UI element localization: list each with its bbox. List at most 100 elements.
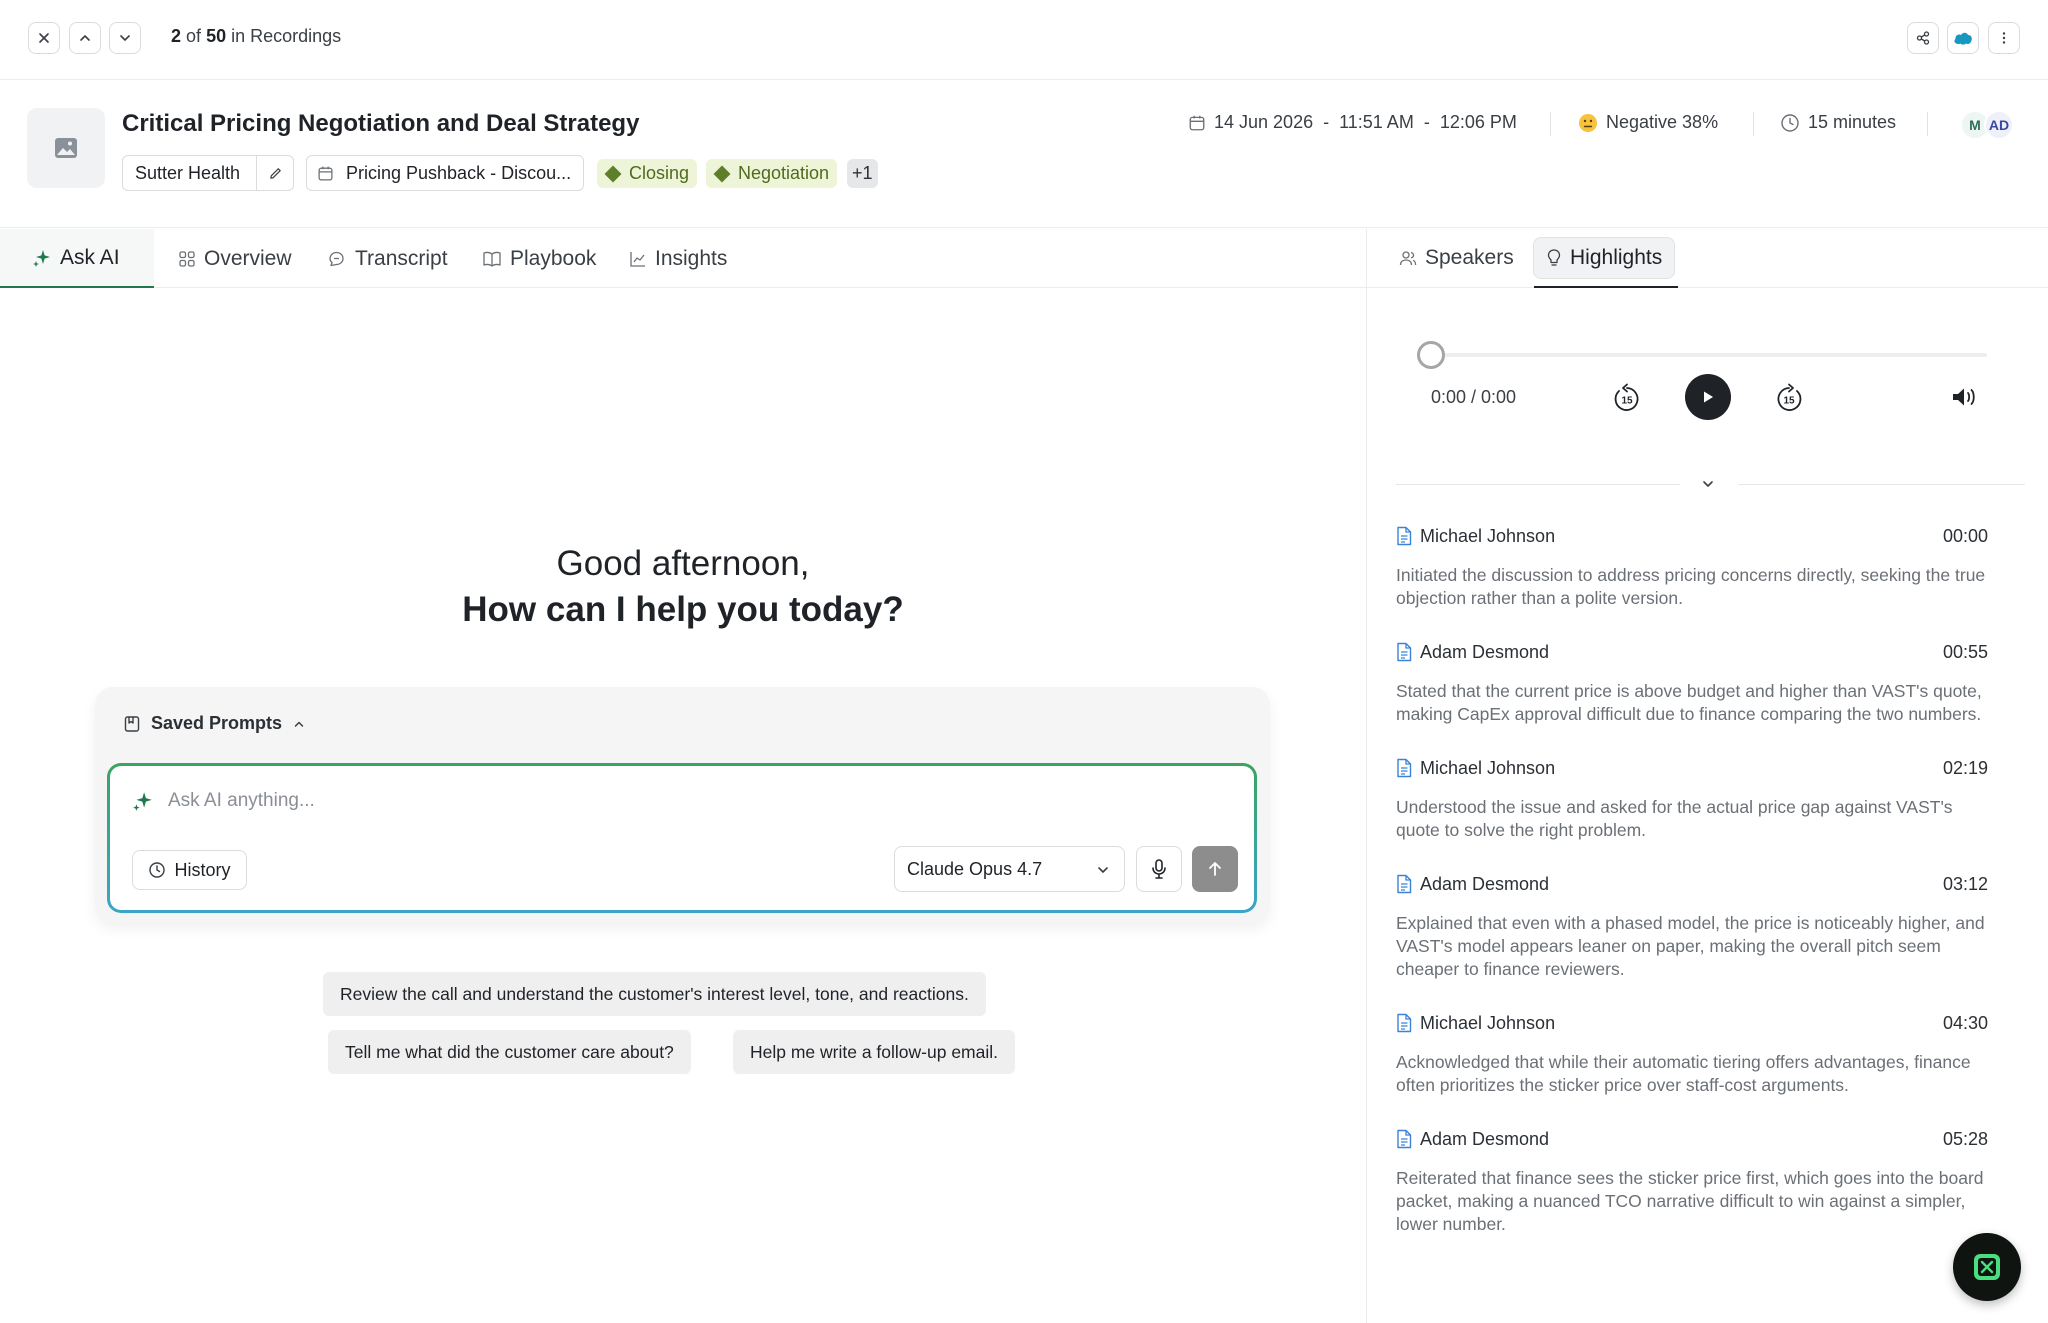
- tab-highlights[interactable]: Highlights: [1533, 237, 1676, 279]
- recording-start-time: 11:51 AM: [1339, 112, 1414, 132]
- skip-forward-label: 15: [1783, 396, 1795, 407]
- speaker-name: Adam Desmond: [1420, 1128, 1550, 1149]
- play-button[interactable]: [1685, 374, 1731, 420]
- salesforce-button[interactable]: [1947, 22, 1979, 54]
- of-label: of: [186, 26, 202, 46]
- greeting-text: Good afternoon,: [556, 544, 810, 583]
- chat-bubbles-icon: [329, 251, 344, 266]
- tab-insights[interactable]: Insights: [629, 229, 727, 288]
- suggestion-chip[interactable]: Tell me what did the customer care about…: [328, 1030, 691, 1074]
- users-icon: [1399, 251, 1417, 266]
- highlight-item[interactable]: Adam Desmond 00:55 Stated that the curre…: [1396, 636, 1988, 726]
- suggestion-chip[interactable]: Help me write a follow-up email.: [733, 1030, 1016, 1074]
- highlight-timestamp[interactable]: 05:28: [1943, 1129, 1988, 1150]
- tab-speakers[interactable]: Speakers: [1387, 237, 1526, 279]
- saved-prompts-label: Saved Prompts: [151, 713, 283, 733]
- more-options-button[interactable]: [1988, 22, 2020, 54]
- edit-account-button[interactable]: [257, 166, 293, 181]
- sentiment: Negative 38%: [1578, 112, 1718, 133]
- account-name: Sutter Health: [135, 162, 241, 183]
- tab-label: Playbook: [510, 246, 597, 270]
- highlight-item[interactable]: Michael Johnson 04:30 Acknowledged that …: [1396, 1007, 1988, 1097]
- highlight-item[interactable]: Adam Desmond 03:12 Explained that even w…: [1396, 868, 1988, 981]
- meeting-name: Pricing Pushback - Discou...: [346, 162, 572, 183]
- lightbulb-icon: [1547, 249, 1561, 266]
- recording-title: Critical Pricing Negotiation and Deal St…: [122, 110, 640, 137]
- tab-label: Speakers: [1425, 246, 1514, 269]
- highlight-timestamp[interactable]: 04:30: [1943, 1013, 1988, 1034]
- chevron-down-icon[interactable]: [1700, 476, 1716, 492]
- duration-value: 15 minutes: [1808, 112, 1897, 132]
- saved-prompts-toggle[interactable]: Saved Prompts: [123, 713, 306, 734]
- meta-divider: [1550, 112, 1551, 136]
- close-icon: [39, 33, 49, 43]
- history-icon: [149, 862, 166, 878]
- highlight-header: Adam Desmond 00:55: [1396, 636, 1988, 668]
- voice-input-button[interactable]: [1136, 846, 1182, 892]
- ask-ai-composer: Saved Prompts History Claude Opus 4.7: [95, 687, 1270, 923]
- speaker-name: Adam Desmond: [1420, 873, 1550, 894]
- neutral-face-icon: [1579, 113, 1597, 132]
- highlight-timestamp[interactable]: 02:19: [1943, 758, 1988, 779]
- in-recordings-label: in Recordings: [231, 26, 342, 46]
- highlight-timestamp[interactable]: 00:55: [1943, 642, 1988, 663]
- pencil-icon: [269, 167, 281, 179]
- prompt-heading: How can I help you today?: [462, 590, 904, 629]
- account-chip[interactable]: Sutter Health: [122, 155, 294, 191]
- tab-label: Insights: [655, 246, 728, 270]
- highlight-item[interactable]: Adam Desmond 05:28 Reiterated that finan…: [1396, 1123, 1988, 1236]
- highlight-item[interactable]: Michael Johnson 02:19 Understood the iss…: [1396, 752, 1988, 842]
- tab-ask-ai[interactable]: Ask AI: [0, 229, 154, 288]
- highlight-item[interactable]: Michael Johnson 00:00 Initiated the disc…: [1396, 520, 1988, 610]
- highlight-header: Michael Johnson 02:19: [1396, 752, 1988, 784]
- send-button[interactable]: [1192, 846, 1238, 892]
- sparkle-icon: [33, 249, 50, 267]
- recording-total: 50: [206, 26, 227, 46]
- suggestion-chip[interactable]: Review the call and understand the custo…: [323, 972, 986, 1016]
- next-recording-button[interactable]: [109, 22, 141, 54]
- image-icon: [55, 138, 77, 158]
- calendar-icon: [318, 166, 333, 181]
- meta-divider: [1927, 112, 1928, 136]
- close-button[interactable]: [28, 22, 60, 54]
- audio-progress-handle[interactable]: [1417, 341, 1445, 369]
- book-icon: [483, 251, 501, 267]
- more-tags-badge[interactable]: +1: [847, 159, 878, 188]
- share-icon: [1916, 31, 1930, 45]
- skip-back-15-icon[interactable]: 15: [1610, 382, 1644, 416]
- collapse-divider-left: [1396, 484, 1680, 485]
- volume-icon[interactable]: [1950, 385, 1978, 409]
- speaker-name: Michael Johnson: [1420, 757, 1556, 778]
- previous-recording-button[interactable]: [69, 22, 101, 54]
- history-button[interactable]: History: [132, 850, 247, 890]
- tag-negotiation: Negotiation: [706, 159, 838, 188]
- highlight-timestamp[interactable]: 03:12: [1943, 874, 1988, 895]
- model-select[interactable]: Claude Opus 4.7: [894, 846, 1125, 892]
- avatar[interactable]: AD: [1984, 110, 2014, 140]
- skip-forward-15-icon[interactable]: 15: [1772, 382, 1806, 416]
- highlight-timestamp[interactable]: 00:00: [1943, 526, 1988, 547]
- active-tab-indicator: [1534, 286, 1678, 288]
- share-button[interactable]: [1907, 22, 1939, 54]
- tab-transcript[interactable]: Transcript: [327, 229, 448, 288]
- playback-time: 0:00 / 0:00: [1431, 387, 1517, 407]
- meeting-chip[interactable]: Pricing Pushback - Discou...: [306, 155, 584, 191]
- tab-label: Transcript: [355, 246, 448, 270]
- microphone-icon: [1152, 859, 1166, 879]
- tab-playbook[interactable]: Playbook: [482, 229, 596, 288]
- line-chart-icon: [630, 251, 645, 267]
- clock-icon: [1781, 113, 1799, 132]
- play-icon: [1704, 391, 1713, 403]
- arrow-up-icon: [1209, 862, 1221, 876]
- audio-progress-track[interactable]: [1431, 353, 1987, 357]
- ask-ai-input[interactable]: [168, 786, 1068, 816]
- highlight-summary: Explained that even with a phased model,…: [1396, 913, 1985, 979]
- tab-label: Highlights: [1570, 246, 1663, 269]
- assistant-launcher-button[interactable]: [1953, 1233, 2021, 1301]
- date-time-separator: -: [1323, 112, 1330, 132]
- tab-overview[interactable]: Overview: [178, 229, 292, 288]
- diamond-icon: [604, 165, 622, 182]
- document-icon: [1397, 1013, 1412, 1033]
- salesforce-icon: [1954, 32, 1972, 45]
- bookmark-icon: [124, 715, 140, 732]
